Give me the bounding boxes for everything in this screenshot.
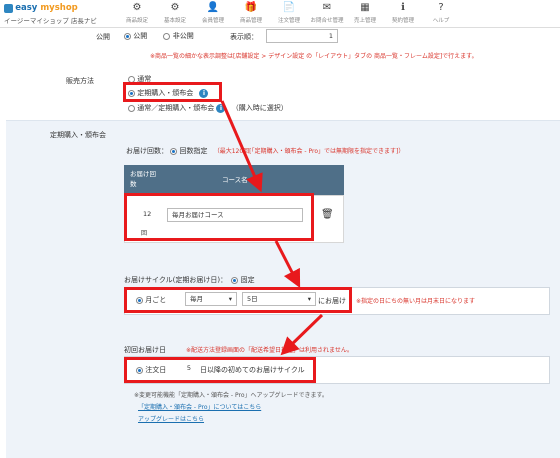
annotation-arrows — [220, 100, 324, 356]
arrow-to-course-table — [220, 100, 263, 193]
arrow-to-first-delivery — [280, 313, 324, 356]
arrow-to-delivery-cycle — [274, 240, 301, 289]
